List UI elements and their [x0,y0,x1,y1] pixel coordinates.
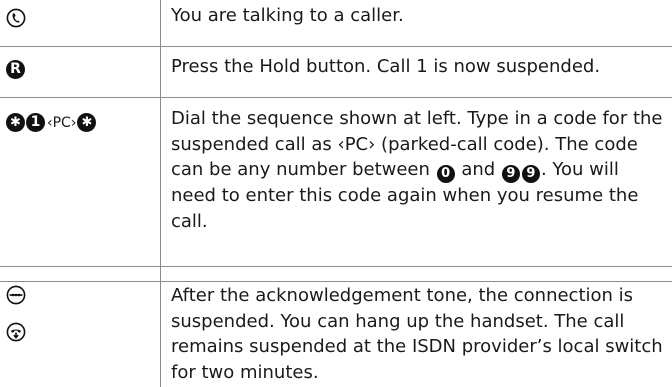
symbol-cell [0,267,161,282]
digit-1-key-icon: 1 [26,113,45,132]
description-cell: Dial the sequence shown at left. Type in… [161,98,672,267]
row-text: Press the Hold button. Call 1 is now sus… [171,56,600,77]
instruction-table: You are talking to a caller. R Press the… [0,0,672,387]
symbol-group [6,322,26,342]
table-row [0,267,672,282]
parked-call-code-label: ‹PC› [47,115,76,131]
hang-up-handset-icon [6,322,26,342]
description-cell [161,267,672,282]
symbol-cell: ✱ 1 ‹PC› ✱ [0,98,161,267]
symbol-cell [0,282,161,387]
row-text-part: and [456,159,501,180]
star-key-icon: ✱ [6,113,25,132]
symbol-group: ✱ 1 ‹PC› ✱ [6,113,97,132]
row-text: You are talking to a caller. [171,5,404,26]
table-row: You are talking to a caller. [0,0,672,47]
digit-0-key-icon: 0 [437,165,455,183]
table-row: After the acknowledgement tone, the conn… [0,282,672,387]
description-cell: Press the Hold button. Call 1 is now sus… [161,47,672,98]
digit-9-key-icon: 9 [522,165,540,183]
symbol-cell [0,0,161,47]
description-cell: After the acknowledgement tone, the conn… [161,282,672,387]
symbol-group [6,285,26,305]
table-row: R Press the Hold button. Call 1 is now s… [0,47,672,98]
handset-talking-icon [6,8,26,28]
symbol-group [6,8,26,28]
row-text: After the acknowledgement tone, the conn… [171,285,663,383]
symbol-group: R [6,60,26,79]
acknowledgement-tone-icon [6,285,26,305]
description-cell: You are talking to a caller. [161,0,672,47]
table-row: ✱ 1 ‹PC› ✱ Dial the sequence shown at le… [0,98,672,267]
symbol-cell: R [0,47,161,98]
recall-r-key-icon: R [6,60,25,79]
star-key-icon: ✱ [77,113,96,132]
digit-9-key-icon: 9 [502,165,520,183]
